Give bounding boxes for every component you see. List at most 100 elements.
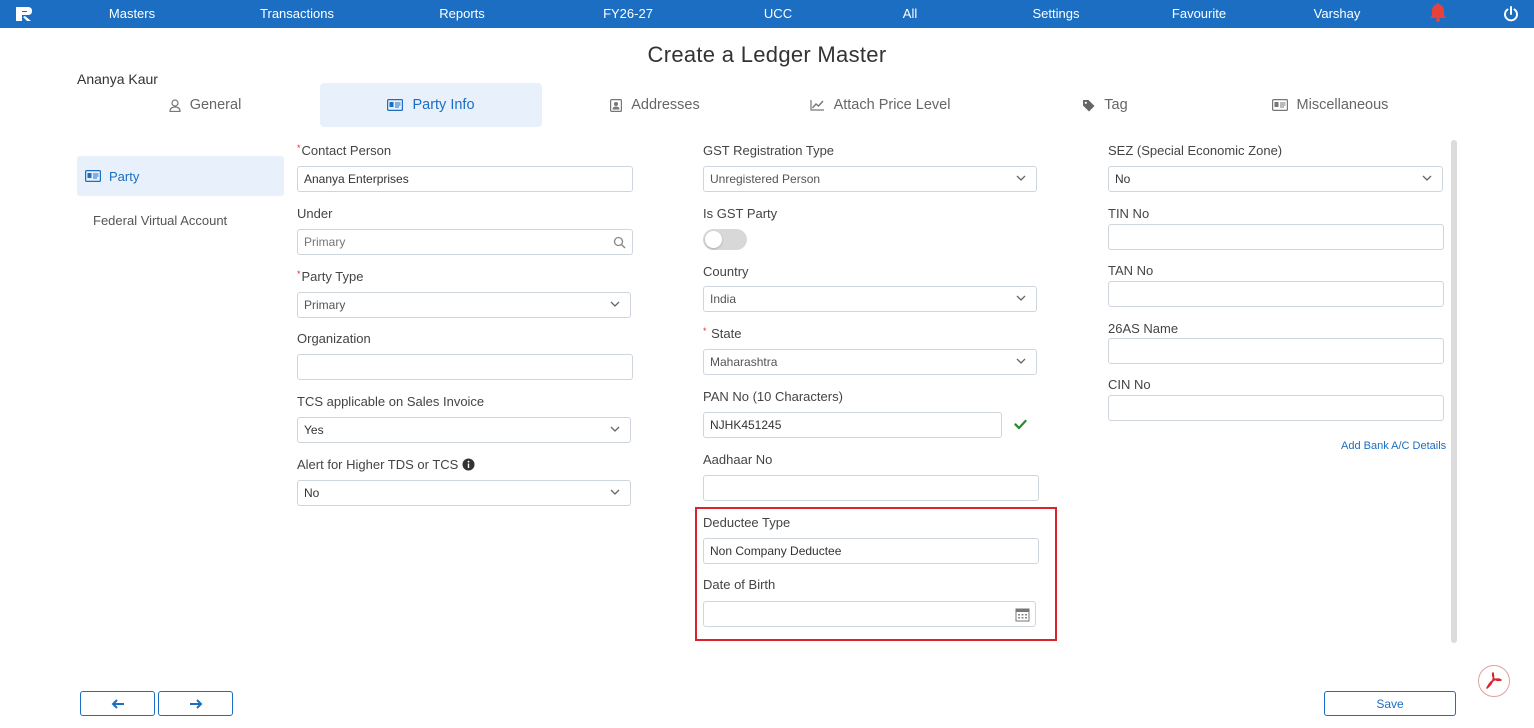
- tab-addresses[interactable]: Addresses: [580, 83, 730, 127]
- tab-miscellaneous[interactable]: Miscellaneous: [1250, 83, 1410, 127]
- tab-label: Attach Price Level: [833, 97, 951, 113]
- save-button[interactable]: Save: [1324, 691, 1456, 716]
- party-type-select[interactable]: Primary: [297, 292, 631, 318]
- cin-no-label: CIN No: [1108, 377, 1151, 392]
- tin-no-input[interactable]: [1108, 224, 1444, 250]
- sidebar-item-party[interactable]: Party: [77, 156, 284, 196]
- notification-bell-icon[interactable]: [1429, 2, 1447, 22]
- nav-financial-year[interactable]: FY26-27: [603, 0, 653, 28]
- nav-all[interactable]: All: [903, 0, 917, 28]
- verified-check-icon: [1014, 419, 1027, 430]
- sez-select[interactable]: No: [1108, 166, 1443, 192]
- tan-no-input[interactable]: [1108, 281, 1444, 307]
- chevron-down-icon: [610, 489, 620, 495]
- under-label: Under: [297, 206, 333, 221]
- aadhaar-no-label: Aadhaar No: [703, 452, 773, 467]
- field-value: Unregistered Person: [710, 172, 821, 186]
- add-bank-details-link[interactable]: Add Bank A/C Details: [1341, 440, 1446, 452]
- toggle-knob: [705, 231, 722, 248]
- aadhaar-no-input[interactable]: [703, 475, 1039, 501]
- under-search-input[interactable]: Primary: [297, 229, 633, 255]
- pan-no-input[interactable]: NJHK451245: [703, 412, 1002, 438]
- contact-book-icon: [610, 98, 623, 112]
- pdf-export-button[interactable]: [1478, 665, 1510, 697]
- as26-name-input[interactable]: [1108, 338, 1444, 364]
- label-text: Contact Person: [301, 143, 392, 158]
- state-label: * State: [703, 326, 742, 341]
- contact-person-label: *Contact Person: [297, 143, 391, 158]
- pdf-icon: [1486, 672, 1502, 689]
- alert-higher-tds-label: Alert for Higher TDS or TCS: [297, 457, 475, 472]
- nav-reports[interactable]: Reports: [439, 0, 485, 28]
- user-icon: [169, 98, 181, 112]
- chevron-down-icon: [1016, 175, 1026, 181]
- cin-no-input[interactable]: [1108, 395, 1444, 421]
- search-icon[interactable]: [613, 236, 626, 249]
- field-placeholder: Primary: [304, 235, 346, 249]
- required-marker: *: [703, 326, 707, 336]
- tab-attach-price-level[interactable]: Attach Price Level: [790, 83, 970, 127]
- organization-input[interactable]: [297, 354, 633, 380]
- field-value: No: [304, 486, 320, 500]
- nav-user-menu[interactable]: Varshay: [1314, 0, 1361, 28]
- id-card-icon: [387, 99, 404, 111]
- tab-label: Miscellaneous: [1296, 97, 1389, 113]
- previous-button[interactable]: [80, 691, 155, 716]
- pan-no-label: PAN No (10 Characters): [703, 389, 843, 404]
- highlight-box: [695, 507, 1057, 641]
- id-card-icon: [85, 170, 101, 182]
- field-value: Maharashtra: [710, 355, 778, 369]
- tag-icon: [1082, 99, 1095, 112]
- gst-registration-type-select[interactable]: Unregistered Person: [703, 166, 1037, 192]
- tab-label: Party Info: [412, 97, 475, 113]
- required-marker: *: [297, 269, 301, 279]
- power-logout-icon[interactable]: [1503, 6, 1519, 22]
- nav-settings[interactable]: Settings: [1033, 0, 1080, 28]
- tcs-applicable-label: TCS applicable on Sales Invoice: [297, 394, 485, 409]
- is-gst-party-label: Is GST Party: [703, 206, 778, 221]
- nav-transactions[interactable]: Transactions: [260, 0, 334, 28]
- label-text: State: [711, 326, 742, 341]
- chevron-down-icon: [610, 426, 620, 432]
- tcs-applicable-select[interactable]: Yes: [297, 417, 631, 443]
- page-title: Create a Ledger Master: [647, 42, 887, 67]
- tab-general[interactable]: General: [120, 83, 290, 127]
- nav-favourite[interactable]: Favourite: [1172, 0, 1226, 28]
- chevron-down-icon: [1016, 295, 1026, 301]
- alert-higher-tds-select[interactable]: No: [297, 480, 631, 506]
- field-value: India: [710, 292, 737, 306]
- sidebar-item-federal-virtual-account[interactable]: Federal Virtual Account: [77, 200, 284, 240]
- tab-party-info[interactable]: Party Info: [320, 83, 542, 127]
- contact-person-input[interactable]: Ananya Enterprises: [297, 166, 633, 192]
- id-card-icon: [1271, 99, 1288, 111]
- as26-name-label: 26AS Name: [1108, 321, 1179, 336]
- required-marker: *: [297, 143, 301, 153]
- sez-label: SEZ (Special Economic Zone): [1108, 143, 1283, 158]
- field-value: Primary: [304, 298, 346, 312]
- tab-label: Addresses: [631, 97, 700, 113]
- nav-masters[interactable]: Masters: [109, 0, 155, 28]
- tab-label: General: [189, 97, 242, 113]
- info-icon[interactable]: [462, 458, 475, 471]
- organization-label: Organization: [297, 331, 371, 346]
- field-value: No: [1115, 172, 1131, 186]
- country-select[interactable]: India: [703, 286, 1037, 312]
- app-logo-icon[interactable]: [14, 5, 34, 23]
- form-scrollbar[interactable]: [1451, 140, 1457, 643]
- next-button[interactable]: [158, 691, 233, 716]
- tin-no-label: TIN No: [1108, 206, 1150, 221]
- label-text: Alert for Higher TDS or TCS: [297, 457, 459, 472]
- state-select[interactable]: Maharashtra: [703, 349, 1037, 375]
- arrow-left-icon: [111, 698, 124, 709]
- country-label: Country: [703, 264, 749, 279]
- is-gst-party-toggle[interactable]: [703, 229, 747, 250]
- field-value: Yes: [304, 423, 324, 437]
- arrow-right-icon: [189, 698, 202, 709]
- label-text: Party Type: [301, 269, 364, 284]
- sidebar-item-label: Federal Virtual Account: [93, 212, 228, 228]
- tab-tag[interactable]: Tag: [1060, 83, 1150, 127]
- tab-label: Tag: [1104, 97, 1128, 113]
- nav-ucc[interactable]: UCC: [764, 0, 792, 28]
- tan-no-label: TAN No: [1108, 263, 1154, 278]
- party-type-label: *Party Type: [297, 269, 363, 284]
